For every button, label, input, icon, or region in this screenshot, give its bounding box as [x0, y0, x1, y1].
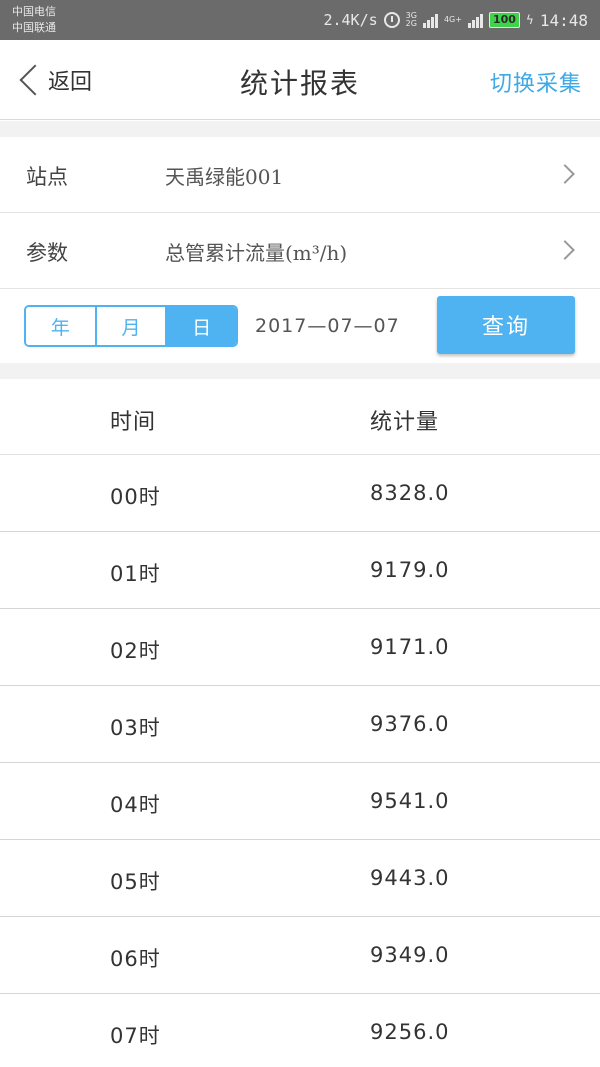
cell-time: 02时: [110, 639, 161, 663]
alarm-icon: [383, 12, 400, 28]
chevron-right-icon: [555, 164, 575, 184]
back-label: 返回: [48, 70, 93, 95]
network-type-bottom: 2G: [405, 19, 417, 28]
network-type-4g: 4G+: [443, 15, 462, 24]
chevron-right-icon: [555, 240, 575, 260]
signal-icon: [422, 12, 438, 28]
network-type-label-2: 4G+: [444, 16, 462, 24]
table-row: 02时 9171.0: [0, 609, 600, 686]
cell-value: 8328.0: [370, 481, 450, 505]
cell-time: 04时: [110, 793, 161, 817]
table-row: 05时 9443.0: [0, 840, 600, 917]
table-row: 07时 9256.0: [0, 994, 600, 1067]
switch-collection-button[interactable]: 切换采集: [490, 66, 582, 98]
table-row: 00时 8328.0: [0, 455, 600, 532]
table-row: 04时 9541.0: [0, 763, 600, 840]
cell-value: 9443.0: [370, 866, 450, 890]
cell-time: 03时: [110, 716, 161, 740]
cell-value: 9349.0: [370, 943, 450, 967]
table-row: 06时 9349.0: [0, 917, 600, 994]
date-picker[interactable]: 2017—07—07: [255, 315, 400, 337]
cell-value: 9171.0: [370, 635, 450, 659]
column-header-time: 时间: [110, 410, 157, 435]
period-day-button[interactable]: 日: [165, 307, 236, 345]
table-header: 时间 统计量: [0, 379, 600, 455]
station-label: 站点: [26, 165, 68, 189]
column-header-value: 统计量: [370, 410, 440, 435]
cell-time: 06时: [110, 947, 161, 971]
cell-value: 9256.0: [370, 1020, 450, 1044]
parameter-value: 总管累计流量(m³/h): [165, 241, 348, 265]
cell-value: 9376.0: [370, 712, 450, 736]
carrier-2: 中国联通: [12, 21, 56, 34]
back-button[interactable]: 返回: [14, 62, 92, 98]
cell-time: 01时: [110, 562, 161, 586]
period-segmented-control: 年 月 日: [24, 305, 238, 347]
station-row[interactable]: 站点 天禹绿能001: [0, 137, 600, 213]
battery-icon: 100: [488, 12, 520, 28]
period-year-button[interactable]: 年: [26, 307, 95, 345]
clock: 14:48: [539, 10, 588, 30]
period-month-button[interactable]: 月: [94, 307, 166, 345]
query-button[interactable]: 查询: [437, 296, 575, 354]
cell-value: 9179.0: [370, 558, 450, 582]
status-indicators: 2.4K/s 3G 2G 4G+ 100 ϟ 14:48: [323, 0, 588, 40]
carrier-1: 中国电信: [12, 5, 56, 18]
cell-time: 05时: [110, 870, 161, 894]
cell-value: 9541.0: [370, 789, 450, 813]
charging-icon: ϟ: [525, 13, 534, 27]
net-speed: 2.4K/s: [323, 11, 378, 29]
table-row: 03时 9376.0: [0, 686, 600, 763]
cell-time: 00时: [110, 485, 161, 509]
section-gap: [0, 121, 600, 137]
date-filter-row: 年 月 日 2017—07—07 查询: [0, 289, 600, 363]
cell-time: 07时: [110, 1024, 161, 1048]
network-type-label: 3G 2G: [406, 12, 417, 28]
parameter-label: 参数: [26, 241, 68, 265]
chevron-left-icon: [19, 64, 51, 96]
section-gap: [0, 363, 600, 379]
nav-bar: 返回 统计报表 切换采集: [0, 40, 600, 120]
station-value: 天禹绿能001: [165, 165, 284, 189]
parameter-row[interactable]: 参数 总管累计流量(m³/h): [0, 213, 600, 289]
status-bar: 中国电信 中国联通 2.4K/s 3G 2G 4G+ 100 ϟ 14:48: [0, 0, 600, 40]
signal-icon-2: [467, 12, 483, 28]
carrier-info: 中国电信 中国联通: [12, 4, 56, 36]
table-row: 01时 9179.0: [0, 532, 600, 609]
